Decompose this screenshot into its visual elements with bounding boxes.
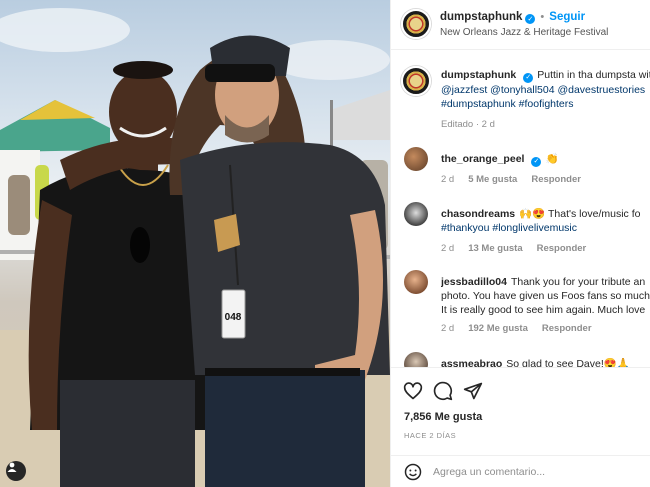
caption-text: dumpstaphunk ✓ Puttin in tha dumpsta wit @… [441,68,650,111]
comment-line: photo. You have given us Foos fans so mu… [441,290,650,302]
add-comment-bar [391,455,650,487]
reply-button[interactable]: Responder [531,174,581,185]
comment-likes[interactable]: 5 Me gusta [468,174,517,185]
verified-badge-icon: ✓ [525,14,536,24]
caption-avatar[interactable] [401,66,431,96]
photo-illustration: 048 [0,8,390,487]
caption-meta: Editado · 2 d [441,119,495,130]
comment-meta: 2 d 192 Me gusta Responder [441,323,606,334]
caption-entry: dumpstaphunk ✓ Puttin in tha dumpsta wit @… [391,51,650,143]
comment-line: 🙌😍 That's love/music fo [519,208,641,220]
post-actions: 7,856 Me gusta HACE 2 DÍAS [391,367,650,457]
comment-text: jessbadillo04 Thank you for your tribute … [441,275,650,317]
user-tag-icon[interactable] [6,461,26,481]
comment-text: assmeabrao So glad to see Dave!😍🙏 [441,357,650,367]
comment-username[interactable]: assmeabrao [441,358,502,367]
comment-meta: 2 d 5 Me gusta Responder [441,174,595,185]
commenter-avatar[interactable] [404,202,428,226]
follow-button[interactable]: Seguir [549,11,585,23]
separator-dot: • [540,11,545,23]
comment-likes[interactable]: 192 Me gusta [468,323,528,334]
reply-button[interactable]: Responder [537,243,587,254]
comment-username[interactable]: chasondreams [441,208,515,220]
comment-age: 2 d [441,174,455,185]
comment-line: Thank you for your tribute an [510,276,646,288]
comment-item: chasondreams 🙌😍 That's love/music fo #tha… [391,202,650,258]
comment-hashtags[interactable]: #thankyou #longlivelivemusic [441,222,577,234]
comments-list[interactable]: dumpstaphunk ✓ Puttin in tha dumpsta wit @… [391,51,650,367]
caption-line: Puttin in tha dumpsta wit [537,69,650,81]
comment-item: jessbadillo04 Thank you for your tribute … [391,270,650,340]
comment-line: It is really good to see him again. Much… [441,304,646,316]
comment-age: 2 d [441,243,455,254]
comment-item: assmeabrao So glad to see Dave!😍🙏 [391,352,650,367]
post-header: dumpstaphunk ✓ • Seguir New Orleans Jazz & … [391,0,650,50]
post-location[interactable]: New Orleans Jazz & Heritage Festival [440,27,608,38]
likes-count[interactable]: 7,856 Me gusta [404,411,482,423]
post-photo[interactable]: 048 [0,0,390,487]
comment-age: 2 d [441,323,455,334]
verified-badge-icon: ✓ [531,157,542,167]
comment-item: the_orange_peel ✓ 👏 2 d 5 Me gusta Responder [391,147,650,189]
post-time: HACE 2 DÍAS [404,431,457,440]
comment-line: So glad to see Dave!😍🙏 [506,358,630,367]
heart-icon[interactable] [403,381,423,401]
wristband-number: 048 [225,312,242,323]
account-avatar[interactable] [401,9,431,39]
comment-username[interactable]: jessbadillo04 [441,276,507,288]
comment-likes[interactable]: 13 Me gusta [468,243,522,254]
caption-hashtags[interactable]: #dumpstaphunk #foofighters [441,98,574,110]
caption-mentions[interactable]: @jazzfest @tonyhall504 @davestruestories [441,84,645,96]
commenter-avatar[interactable] [404,270,428,294]
commenter-avatar[interactable] [404,352,428,367]
comment-input[interactable] [433,462,638,482]
verified-badge-icon: ✓ [523,73,534,83]
caption-username[interactable]: dumpstaphunk [441,69,516,81]
comment-text: chasondreams 🙌😍 That's love/music fo #tha… [441,207,650,235]
commenter-avatar[interactable] [404,147,428,171]
emoji-icon[interactable] [404,463,422,481]
comment-username[interactable]: the_orange_peel [441,153,524,165]
header-user-row: dumpstaphunk ✓ • Seguir [440,11,585,24]
comment-text: the_orange_peel ✓ 👏 [441,152,650,167]
comment-icon[interactable] [433,381,453,401]
reply-button[interactable]: Responder [542,323,592,334]
comment-meta: 2 d 13 Me gusta Responder [441,243,600,254]
post-details-panel: dumpstaphunk ✓ • Seguir New Orleans Jazz & … [390,0,650,487]
header-username[interactable]: dumpstaphunk [440,11,522,23]
share-icon[interactable] [463,381,483,401]
comment-line: 👏 [545,153,559,165]
